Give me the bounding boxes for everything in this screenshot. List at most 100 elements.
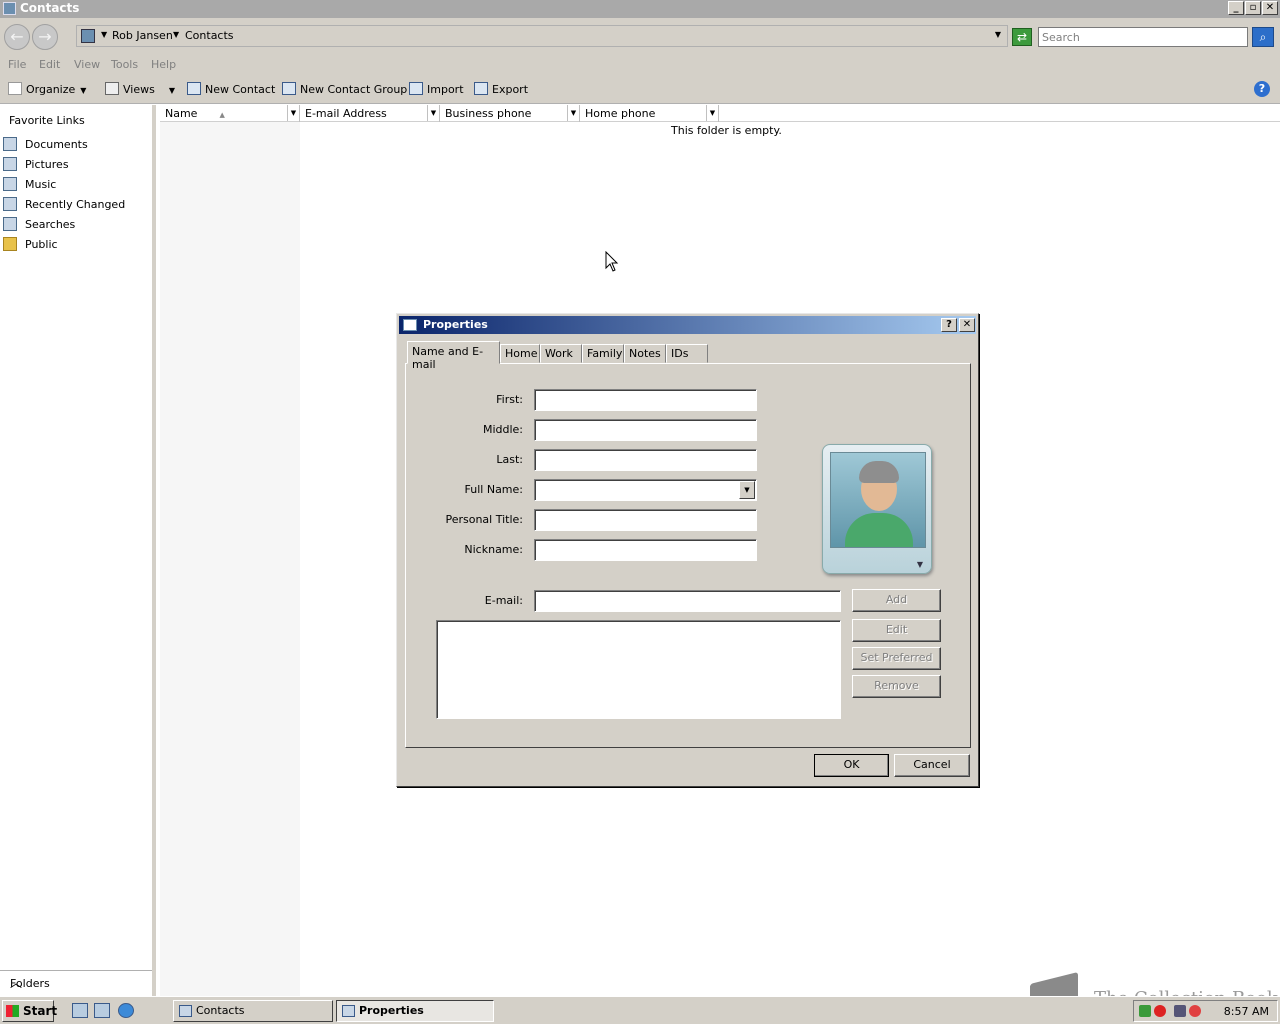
close-button[interactable]: ✕ bbox=[1262, 1, 1278, 15]
nav-label: Pictures bbox=[25, 158, 69, 171]
dialog-close-button[interactable]: ✕ bbox=[959, 318, 975, 332]
nav-item-pictures[interactable]: Pictures bbox=[3, 157, 69, 175]
chevron-down-icon[interactable]: ▼ bbox=[706, 105, 718, 121]
personal-title-input[interactable] bbox=[534, 509, 757, 531]
last-name-label: Last: bbox=[496, 453, 523, 466]
chevron-down-icon[interactable]: ▼ bbox=[917, 560, 923, 569]
cancel-button[interactable]: Cancel bbox=[894, 754, 970, 777]
tab-name-and-email[interactable]: Name and E-mail bbox=[407, 341, 500, 371]
new-contact-group-button[interactable]: New Contact Group bbox=[282, 82, 407, 96]
nav-label: Music bbox=[25, 178, 57, 191]
refresh-icon[interactable]: ⇄ bbox=[1012, 28, 1032, 46]
clock[interactable]: 8:57 AM bbox=[1224, 1005, 1269, 1018]
search-icon[interactable]: ⌕ bbox=[1252, 27, 1274, 47]
tab-work[interactable]: Work bbox=[540, 344, 582, 363]
help-icon[interactable]: ? bbox=[1254, 81, 1270, 97]
menu-file[interactable]: File bbox=[8, 58, 26, 71]
menu-help[interactable]: Help bbox=[151, 58, 176, 71]
nav-item-public[interactable]: Public bbox=[3, 237, 58, 255]
dialog-help-button[interactable]: ? bbox=[941, 318, 957, 332]
maximize-button[interactable]: ▫ bbox=[1245, 1, 1261, 15]
column-header-name[interactable]: Name ▲ ▼ bbox=[160, 105, 300, 122]
breadcrumb-contacts[interactable]: Contacts bbox=[185, 29, 234, 42]
contacts-folder-icon bbox=[81, 29, 95, 43]
back-button[interactable]: ← bbox=[4, 24, 30, 50]
column-label: E-mail Address bbox=[305, 107, 387, 120]
address-box[interactable]: ▼ Rob Jansen ▼ Contacts ▼ bbox=[76, 25, 1008, 47]
full-name-combobox[interactable]: ▼ bbox=[534, 479, 757, 501]
menu-view[interactable]: View bbox=[74, 58, 100, 71]
folders-toggle[interactable]: Folders ︿ bbox=[0, 970, 152, 996]
first-name-input[interactable] bbox=[534, 389, 757, 411]
mouse-cursor bbox=[605, 251, 619, 272]
menu-tools[interactable]: Tools bbox=[111, 58, 138, 71]
import-button[interactable]: Import bbox=[409, 82, 464, 96]
remove-email-button[interactable]: Remove bbox=[852, 675, 941, 698]
organize-button[interactable]: Organize ▼ bbox=[8, 82, 86, 96]
security-alert-icon[interactable] bbox=[1154, 1005, 1166, 1017]
ok-button[interactable]: OK bbox=[814, 754, 889, 777]
network-icon[interactable] bbox=[1139, 1005, 1151, 1017]
column-label: Business phone bbox=[445, 107, 532, 120]
nav-label: Searches bbox=[25, 218, 76, 231]
internet-explorer-icon[interactable] bbox=[118, 1003, 134, 1018]
dialog-title: Properties bbox=[423, 318, 488, 331]
history-dropdown-icon[interactable]: ▼ bbox=[995, 30, 1001, 39]
contacts-icon bbox=[179, 1005, 192, 1017]
searches-icon bbox=[3, 217, 17, 231]
views-label: Views bbox=[123, 83, 155, 96]
add-email-button[interactable]: Add bbox=[852, 589, 941, 612]
chevron-down-icon[interactable]: ▼ bbox=[739, 481, 755, 499]
column-header-business-phone[interactable]: Business phone ▼ bbox=[440, 105, 580, 122]
forward-button[interactable]: → bbox=[32, 24, 58, 50]
search-input[interactable]: Search bbox=[1038, 27, 1248, 47]
show-desktop-icon[interactable] bbox=[94, 1003, 110, 1018]
chevron-right-icon[interactable]: ▼ bbox=[173, 30, 179, 39]
tab-home[interactable]: Home bbox=[500, 344, 540, 363]
personal-title-label: Personal Title: bbox=[445, 513, 523, 526]
monitor-icon[interactable] bbox=[1174, 1005, 1186, 1017]
minimize-button[interactable]: _ bbox=[1228, 1, 1244, 15]
tab-family[interactable]: Family bbox=[582, 344, 624, 363]
column-header-home-phone[interactable]: Home phone ▼ bbox=[580, 105, 719, 122]
chevron-down-icon[interactable]: ▼ bbox=[427, 105, 439, 121]
server-manager-icon[interactable] bbox=[72, 1003, 88, 1018]
chevron-right-icon[interactable]: ▼ bbox=[101, 30, 107, 39]
views-button[interactable]: Views ▼ bbox=[105, 82, 175, 96]
tab-ids[interactable]: IDs bbox=[666, 344, 708, 363]
chevron-down-icon[interactable]: ▼ bbox=[287, 105, 299, 121]
chevron-down-icon[interactable]: ▼ bbox=[567, 105, 579, 121]
tab-notes[interactable]: Notes bbox=[624, 344, 666, 363]
breadcrumb-rob-jansen[interactable]: Rob Jansen bbox=[112, 29, 173, 42]
organize-label: Organize bbox=[26, 83, 76, 96]
organize-icon bbox=[8, 82, 22, 95]
nickname-input[interactable] bbox=[534, 539, 757, 561]
email-list[interactable] bbox=[436, 620, 841, 719]
middle-name-input[interactable] bbox=[534, 419, 757, 441]
menu-edit[interactable]: Edit bbox=[39, 58, 60, 71]
nav-item-searches[interactable]: Searches bbox=[3, 217, 75, 235]
export-button[interactable]: Export bbox=[474, 82, 528, 96]
dialog-titlebar: Properties ? ✕ bbox=[399, 316, 976, 334]
task-label: Properties bbox=[359, 1004, 424, 1017]
volume-muted-icon[interactable] bbox=[1189, 1005, 1201, 1017]
nav-label: Recently Changed bbox=[25, 198, 126, 211]
navigation-pane: Favorite Links Documents Pictures Music … bbox=[0, 105, 156, 996]
set-preferred-button[interactable]: Set Preferred bbox=[852, 647, 941, 670]
taskbar-item-contacts[interactable]: Contacts bbox=[173, 1000, 333, 1022]
contact-group-icon bbox=[282, 82, 296, 95]
nav-item-music[interactable]: Music bbox=[3, 177, 56, 195]
edit-email-button[interactable]: Edit bbox=[852, 619, 941, 642]
column-header-email[interactable]: E-mail Address ▼ bbox=[300, 105, 440, 122]
email-input[interactable] bbox=[534, 590, 841, 612]
address-bar-region: ← → ▼ Rob Jansen ▼ Contacts ▼ ⇄ Search ⌕ bbox=[0, 18, 1280, 55]
nav-item-recently-changed[interactable]: Recently Changed bbox=[3, 197, 125, 215]
contact-picture[interactable]: ▼ bbox=[822, 444, 932, 574]
column-label: Home phone bbox=[585, 107, 656, 120]
last-name-input[interactable] bbox=[534, 449, 757, 471]
menu-bar: File Edit View Tools Help bbox=[0, 55, 1280, 75]
taskbar-item-properties[interactable]: Properties bbox=[336, 1000, 494, 1022]
nav-item-documents[interactable]: Documents bbox=[3, 137, 88, 155]
start-button[interactable]: Start bbox=[2, 1000, 57, 1022]
new-contact-button[interactable]: New Contact bbox=[187, 82, 275, 96]
